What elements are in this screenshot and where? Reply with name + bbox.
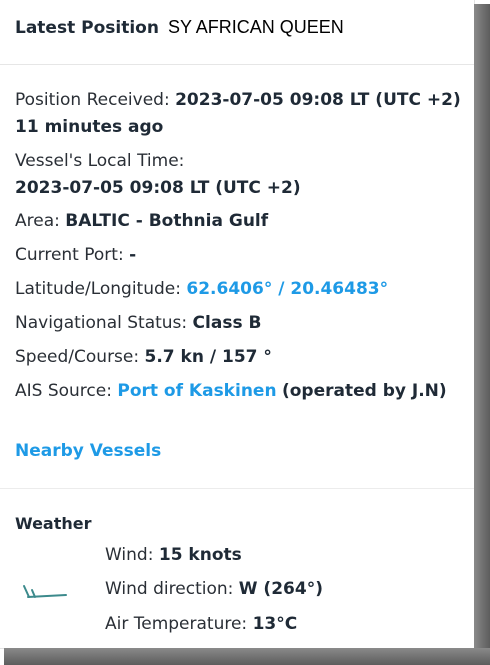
local-time-label: Vessel's Local Time:	[15, 151, 185, 171]
latest-position-panel: Latest Position SY AFRICAN QUEEN Positio…	[0, 0, 475, 649]
latlon-row: Latitude/Longitude: 62.6406° / 20.46483°	[15, 279, 388, 299]
latlon-label: Latitude/Longitude:	[15, 279, 181, 299]
position-received-value: 2023-07-05 09:08 LT (UTC +2)	[175, 90, 461, 110]
air-temperature-value: 13°C	[252, 614, 298, 634]
area-label: Area:	[15, 211, 60, 231]
local-time-value: 2023-07-05 09:08 LT (UTC +2)	[15, 178, 301, 198]
ais-source-label: AIS Source:	[15, 381, 112, 401]
local-time-label-row: Vessel's Local Time:	[15, 151, 184, 171]
area-row: Area: BALTIC - Bothnia Gulf	[15, 211, 268, 231]
wind-direction-value: W (264°)	[238, 579, 323, 599]
wind-direction-label: Wind direction:	[105, 579, 234, 599]
nearby-vessels-link[interactable]: Nearby Vessels	[15, 441, 161, 461]
wind-label: Wind:	[105, 545, 154, 565]
current-port-row: Current Port: -	[15, 245, 136, 265]
nav-status-row: Navigational Status: Class B	[15, 313, 261, 333]
nav-status-value: Class B	[192, 313, 262, 333]
position-received-label: Position Received:	[15, 90, 170, 110]
latlon-link[interactable]: 62.6406° / 20.46483°	[186, 279, 388, 299]
section-divider	[0, 488, 474, 489]
position-age: 11 minutes ago	[15, 117, 164, 137]
panel-shadow-bottom	[4, 648, 490, 665]
current-port-value: -	[129, 245, 137, 265]
position-age-row: 11 minutes ago	[15, 117, 163, 137]
weather-title: Weather	[15, 514, 92, 533]
ais-source-suffix: (operated by J.N)	[281, 381, 447, 401]
nav-status-label: Navigational Status:	[15, 313, 188, 333]
wind-value: 15 knots	[158, 545, 242, 565]
current-port-label: Current Port:	[15, 245, 124, 265]
speed-course-row: Speed/Course: 5.7 kn / 157 °	[15, 347, 272, 367]
wind-direction-row: Wind direction: W (264°)	[105, 579, 323, 599]
wind-barb-icon	[20, 580, 70, 604]
area-value: BALTIC - Bothnia Gulf	[65, 211, 269, 231]
panel-header: Latest Position SY AFRICAN QUEEN	[0, 0, 474, 65]
nearby-vessels-row: Nearby Vessels	[15, 441, 161, 461]
air-temperature-row: Air Temperature: 13°C	[105, 614, 297, 634]
speed-course-label: Speed/Course:	[15, 347, 140, 367]
position-received-row: Position Received: 2023-07-05 09:08 LT (…	[15, 90, 461, 110]
air-temperature-label: Air Temperature:	[105, 614, 248, 634]
ais-source-row: AIS Source: Port of Kaskinen (operated b…	[15, 381, 447, 401]
vessel-name: SY AFRICAN QUEEN	[168, 17, 344, 37]
wind-row: Wind: 15 knots	[105, 545, 242, 565]
ais-source-link[interactable]: Port of Kaskinen	[117, 381, 276, 401]
local-time-value-row: 2023-07-05 09:08 LT (UTC +2)	[15, 178, 301, 198]
panel-shadow-right	[474, 4, 490, 665]
speed-course-value: 5.7 kn / 157 °	[144, 347, 272, 367]
header-label: Latest Position	[15, 18, 159, 38]
